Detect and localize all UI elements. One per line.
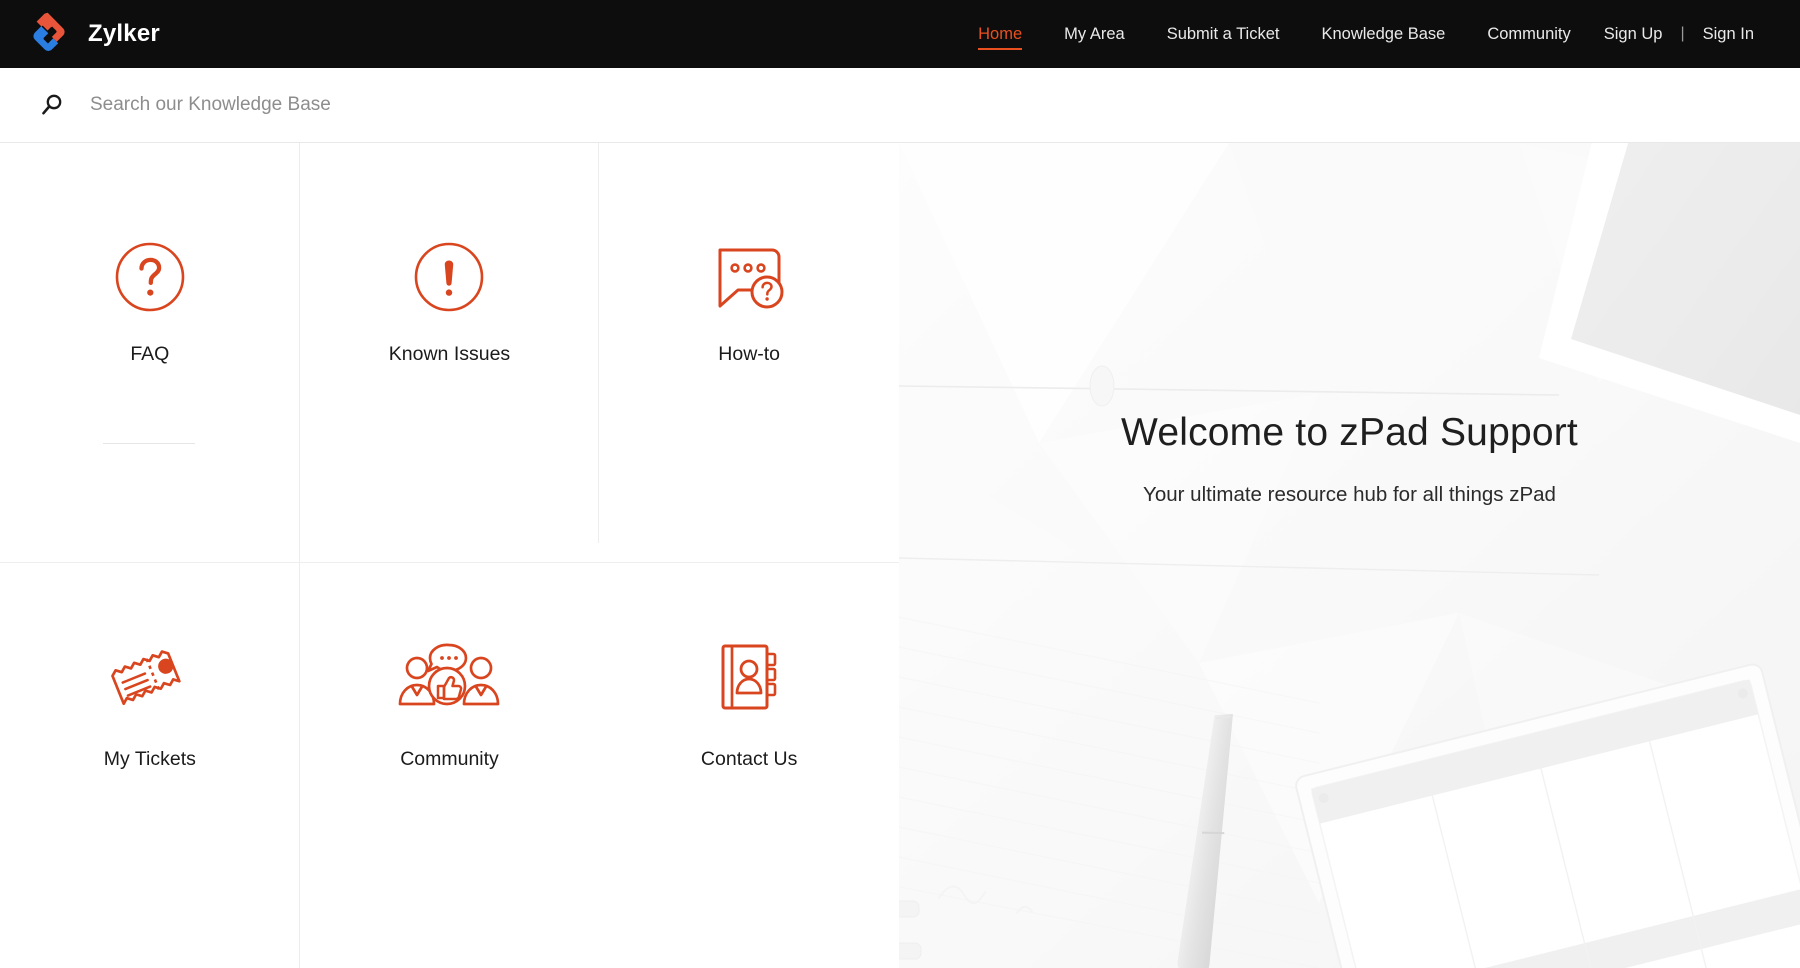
hero-title: Welcome to zPad Support	[1121, 411, 1578, 454]
top-navigation-bar: Zylker Home My Area Submit a Ticket Know…	[0, 0, 1800, 68]
speech-bubble-question-icon	[710, 235, 788, 319]
sign-in-link[interactable]: Sign In	[1691, 0, 1766, 68]
people-thumbsup-icon	[397, 636, 501, 720]
brand-logo-link[interactable]: Zylker	[26, 11, 160, 57]
nav-item-submit-a-ticket[interactable]: Submit a Ticket	[1146, 0, 1301, 68]
support-category-grid: FAQ Known Issues How-to My Tickets Commu…	[0, 143, 899, 968]
question-mark-circle-icon	[114, 235, 186, 319]
search-input[interactable]	[90, 94, 790, 116]
exclamation-mark-circle-icon	[413, 235, 485, 319]
tile-how-to[interactable]: How-to	[599, 143, 899, 556]
brand-name: Zylker	[88, 20, 160, 47]
tile-label-faq: FAQ	[130, 343, 170, 365]
tile-label-my-tickets: My Tickets	[103, 747, 196, 770]
tile-label-contact-us: Contact Us	[700, 747, 798, 770]
tile-contact-us[interactable]: Contact Us	[599, 556, 899, 968]
search-bar	[0, 68, 1800, 143]
nav-separator: |	[1680, 25, 1685, 42]
hero-text-block: Welcome to zPad Support Your ultimate re…	[899, 411, 1800, 507]
tile-label-how-to: How-to	[718, 343, 781, 365]
hero-background-photo	[899, 143, 1800, 968]
tile-label-community: Community	[400, 747, 499, 770]
zylker-diamond-logo-icon	[26, 11, 72, 57]
sign-up-link[interactable]: Sign Up	[1592, 0, 1675, 68]
address-book-icon	[717, 636, 781, 720]
nav-item-community[interactable]: Community	[1466, 0, 1591, 68]
nav-item-home[interactable]: Home	[957, 0, 1043, 68]
tile-label-known-issues: Known Issues	[388, 343, 511, 365]
search-icon[interactable]	[40, 93, 64, 117]
tile-my-tickets[interactable]: My Tickets	[0, 556, 300, 968]
tile-known-issues[interactable]: Known Issues	[300, 143, 600, 556]
nav-item-my-area[interactable]: My Area	[1043, 0, 1146, 68]
hero-subtitle: Your ultimate resource hub for all thing…	[1143, 483, 1556, 506]
ticket-stub-icon	[107, 636, 193, 720]
tile-faq[interactable]: FAQ	[0, 143, 300, 556]
tile-community[interactable]: Community	[300, 556, 600, 968]
nav-item-knowledge-base[interactable]: Knowledge Base	[1300, 0, 1466, 68]
hero-banner: Welcome to zPad Support Your ultimate re…	[899, 143, 1800, 968]
main-content: FAQ Known Issues How-to My Tickets Commu…	[0, 143, 1800, 968]
primary-nav: Home My Area Submit a Ticket Knowledge B…	[957, 0, 1766, 68]
